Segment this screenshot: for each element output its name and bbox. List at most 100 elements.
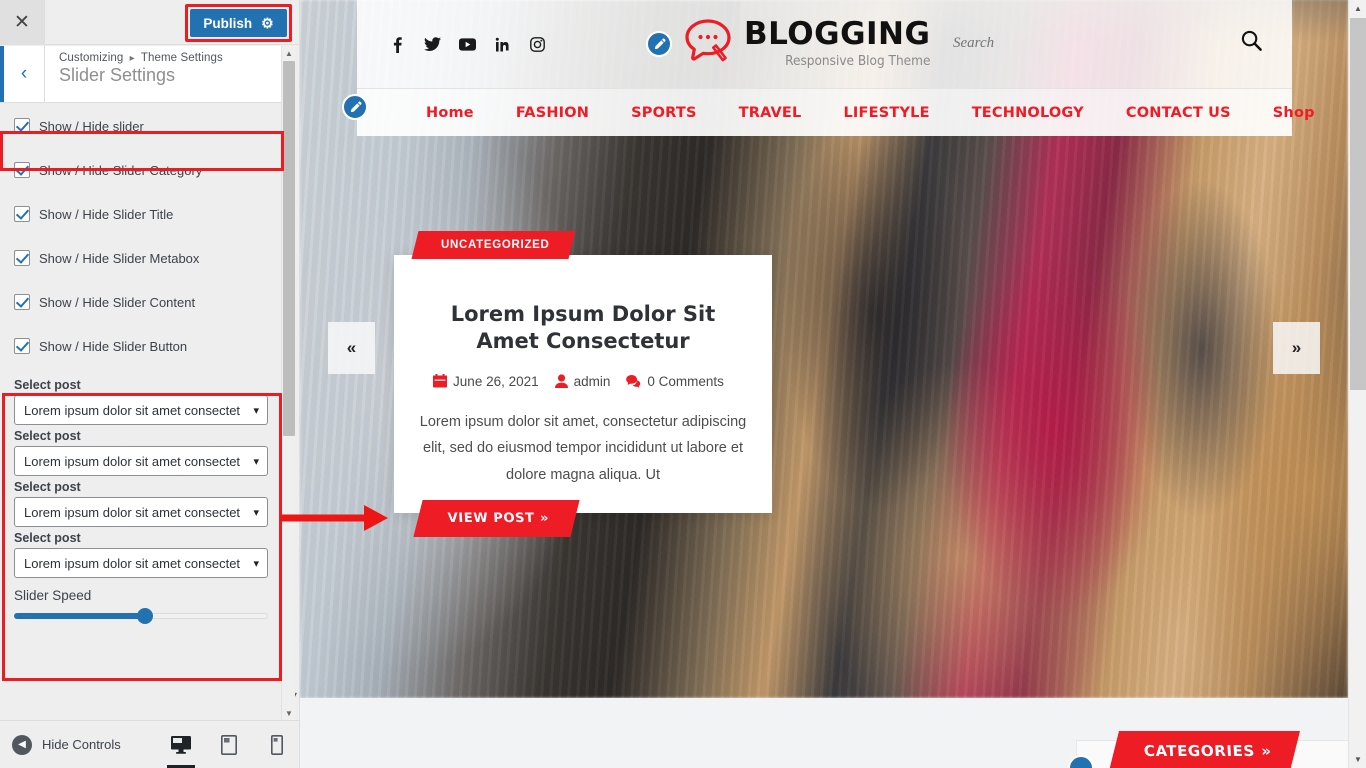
select-post-dropdown-1[interactable]: Lorem ipsum dolor sit amet consectet ▾ (14, 395, 268, 425)
scroll-up-icon[interactable]: ▲ (1349, 0, 1366, 17)
nav-items: Home FASHION SPORTS TRAVEL LIFESTYLE TEC… (405, 105, 1336, 121)
checkbox-icon[interactable] (14, 206, 30, 222)
customizer-sidebar: ✕ Publish ⚙ ‹ Customizing ▸ Theme Settin… (0, 0, 300, 768)
slide-content-card: Lorem Ipsum Dolor Sit Amet Consectetur J… (394, 255, 772, 514)
categories-chevron: » (1258, 742, 1274, 760)
slide-metabox: June 26, 2021 admin 0 Comments (418, 374, 748, 389)
slide-title[interactable]: Lorem Ipsum Dolor Sit Amet Consectetur (418, 301, 748, 356)
gear-icon[interactable]: ⚙ (261, 16, 274, 30)
scroll-up-icon[interactable]: ▲ (282, 46, 296, 60)
checkbox-label: Show / Hide Slider Metabox (39, 250, 200, 266)
select-post-dropdown-2[interactable]: Lorem ipsum dolor sit amet consectet ▾ (14, 446, 268, 476)
close-customizer-button[interactable]: ✕ (0, 0, 45, 45)
slide-category-badge[interactable]: UNCATEGORIZED (411, 231, 576, 259)
comment-icon (626, 374, 641, 388)
checkbox-icon[interactable] (14, 118, 30, 134)
device-desktop-button[interactable] (167, 734, 195, 768)
select-post-dropdown-4[interactable]: Lorem ipsum dolor sit amet consectet ▾ (14, 548, 268, 578)
customizer-topbar: ✕ Publish ⚙ (0, 0, 299, 45)
facebook-icon[interactable] (389, 36, 406, 53)
slide-author-text: admin (573, 373, 611, 389)
categories-label: CATEGORIES (1141, 742, 1258, 760)
edit-pencil-icon-logo[interactable] (646, 31, 672, 57)
breadcrumb: Customizing ▸ Theme Settings (59, 52, 223, 64)
device-preview-switcher (167, 734, 288, 768)
slide-comments-text: 0 Comments (647, 373, 724, 389)
search-input[interactable] (951, 33, 1091, 53)
view-post-button[interactable]: VIEW POST » (413, 500, 580, 537)
checkbox-show-hide-slider-title[interactable]: Show / Hide Slider Title (14, 192, 268, 236)
checkbox-show-hide-slider[interactable]: Show / Hide slider (14, 104, 268, 148)
checkbox-show-hide-slider-content[interactable]: Show / Hide Slider Content (14, 280, 268, 324)
collapse-icon: ◀ (12, 734, 32, 755)
chevron-down-icon: ▾ (253, 557, 259, 570)
publish-button-highlight: Publish ⚙ (185, 4, 292, 42)
checkbox-icon[interactable] (14, 338, 30, 354)
scroll-down-icon[interactable]: ▼ (1349, 751, 1366, 768)
slide-comments: 0 Comments (626, 374, 724, 389)
twitter-icon[interactable] (424, 36, 441, 53)
breadcrumb-root: Customizing (59, 52, 124, 64)
checkbox-show-hide-slider-button[interactable]: Show / Hide Slider Button (14, 324, 268, 368)
select-post-label-1: Select post (14, 378, 81, 392)
slider-speed-label: Slider Speed (14, 588, 92, 603)
scrollbar-thumb[interactable] (1350, 18, 1366, 390)
nav-item-travel[interactable]: TRAVEL (718, 105, 823, 121)
categories-ribbon[interactable]: CATEGORIES » (1109, 731, 1301, 768)
select-post-value-1: Lorem ipsum dolor sit amet consectet (24, 402, 241, 418)
range-knob[interactable] (136, 608, 153, 624)
calendar-icon (433, 374, 448, 388)
logo-mark (682, 17, 734, 72)
slide-excerpt: Lorem ipsum dolor sit amet, consectetur … (419, 413, 747, 484)
device-tablet-button[interactable] (218, 734, 240, 756)
slider-speed-range[interactable] (14, 608, 268, 624)
site-title: BLOGGING (744, 16, 931, 53)
youtube-icon[interactable] (459, 36, 476, 53)
publish-label: Publish (203, 15, 253, 31)
checkbox-icon[interactable] (14, 294, 30, 310)
nav-item-contact-us[interactable]: CONTACT US (1105, 105, 1252, 121)
scroll-down-icon[interactable]: ▼ (282, 706, 296, 720)
customizer-footer: ◀ Hide Controls (0, 720, 299, 768)
slider-next-button[interactable]: » (1273, 322, 1320, 374)
checkbox-icon[interactable] (14, 162, 30, 178)
chevron-down-icon: ▾ (253, 404, 259, 417)
instagram-icon[interactable] (529, 36, 546, 53)
edit-pencil-icon-nav[interactable] (342, 94, 368, 120)
scrollbar-thumb[interactable] (283, 61, 295, 436)
slider-prev-button[interactable]: « (328, 322, 375, 374)
checkbox-label: Show / Hide slider (39, 118, 144, 134)
page-title: Slider Settings (59, 65, 176, 85)
chevron-down-icon: ▾ (253, 455, 259, 468)
social-links (389, 36, 546, 53)
nav-item-shop[interactable]: Shop (1252, 105, 1336, 121)
device-mobile-button[interactable] (266, 734, 288, 756)
back-button[interactable]: ‹ (0, 46, 45, 102)
browser-scrollbar[interactable]: ▲ ▼ (1348, 0, 1366, 768)
linkedin-icon[interactable] (494, 36, 511, 53)
select-post-dropdown-3[interactable]: Lorem ipsum dolor sit amet consectet ▾ (14, 497, 268, 527)
view-post-label: VIEW POST (446, 511, 537, 526)
range-fill (14, 613, 144, 619)
checkbox-label: Show / Hide Slider Button (39, 338, 188, 354)
breadcrumb-separator-icon: ▸ (129, 53, 135, 64)
sidebar-scrollbar[interactable]: ▲ ▼ (281, 46, 295, 720)
site-tagline: Responsive Blog Theme (785, 53, 931, 70)
chevron-down-icon: ▾ (253, 506, 259, 519)
checkbox-show-hide-slider-metabox[interactable]: Show / Hide Slider Metabox (14, 236, 268, 280)
publish-button[interactable]: Publish ⚙ (190, 9, 287, 37)
panel-header: ‹ Customizing ▸ Theme Settings Slider Se… (0, 46, 282, 103)
checkbox-show-hide-slider-category[interactable]: Show / Hide Slider Category (14, 148, 268, 192)
nav-item-fashion[interactable]: FASHION (495, 105, 610, 121)
hide-controls-button[interactable]: ◀ Hide Controls (0, 734, 121, 755)
nav-item-sports[interactable]: SPORTS (610, 105, 717, 121)
search-icon[interactable] (1241, 30, 1262, 56)
select-post-value-4: Lorem ipsum dolor sit amet consectet (24, 555, 241, 571)
user-icon (554, 374, 568, 389)
header-search (951, 30, 1262, 56)
hero-slider: BLOGGING Responsive Blog Theme Ho (300, 0, 1348, 698)
nav-item-home[interactable]: Home (405, 105, 495, 121)
checkbox-icon[interactable] (14, 250, 30, 266)
nav-item-technology[interactable]: TECHNOLOGY (951, 105, 1105, 121)
nav-item-lifestyle[interactable]: LIFESTYLE (822, 105, 950, 121)
